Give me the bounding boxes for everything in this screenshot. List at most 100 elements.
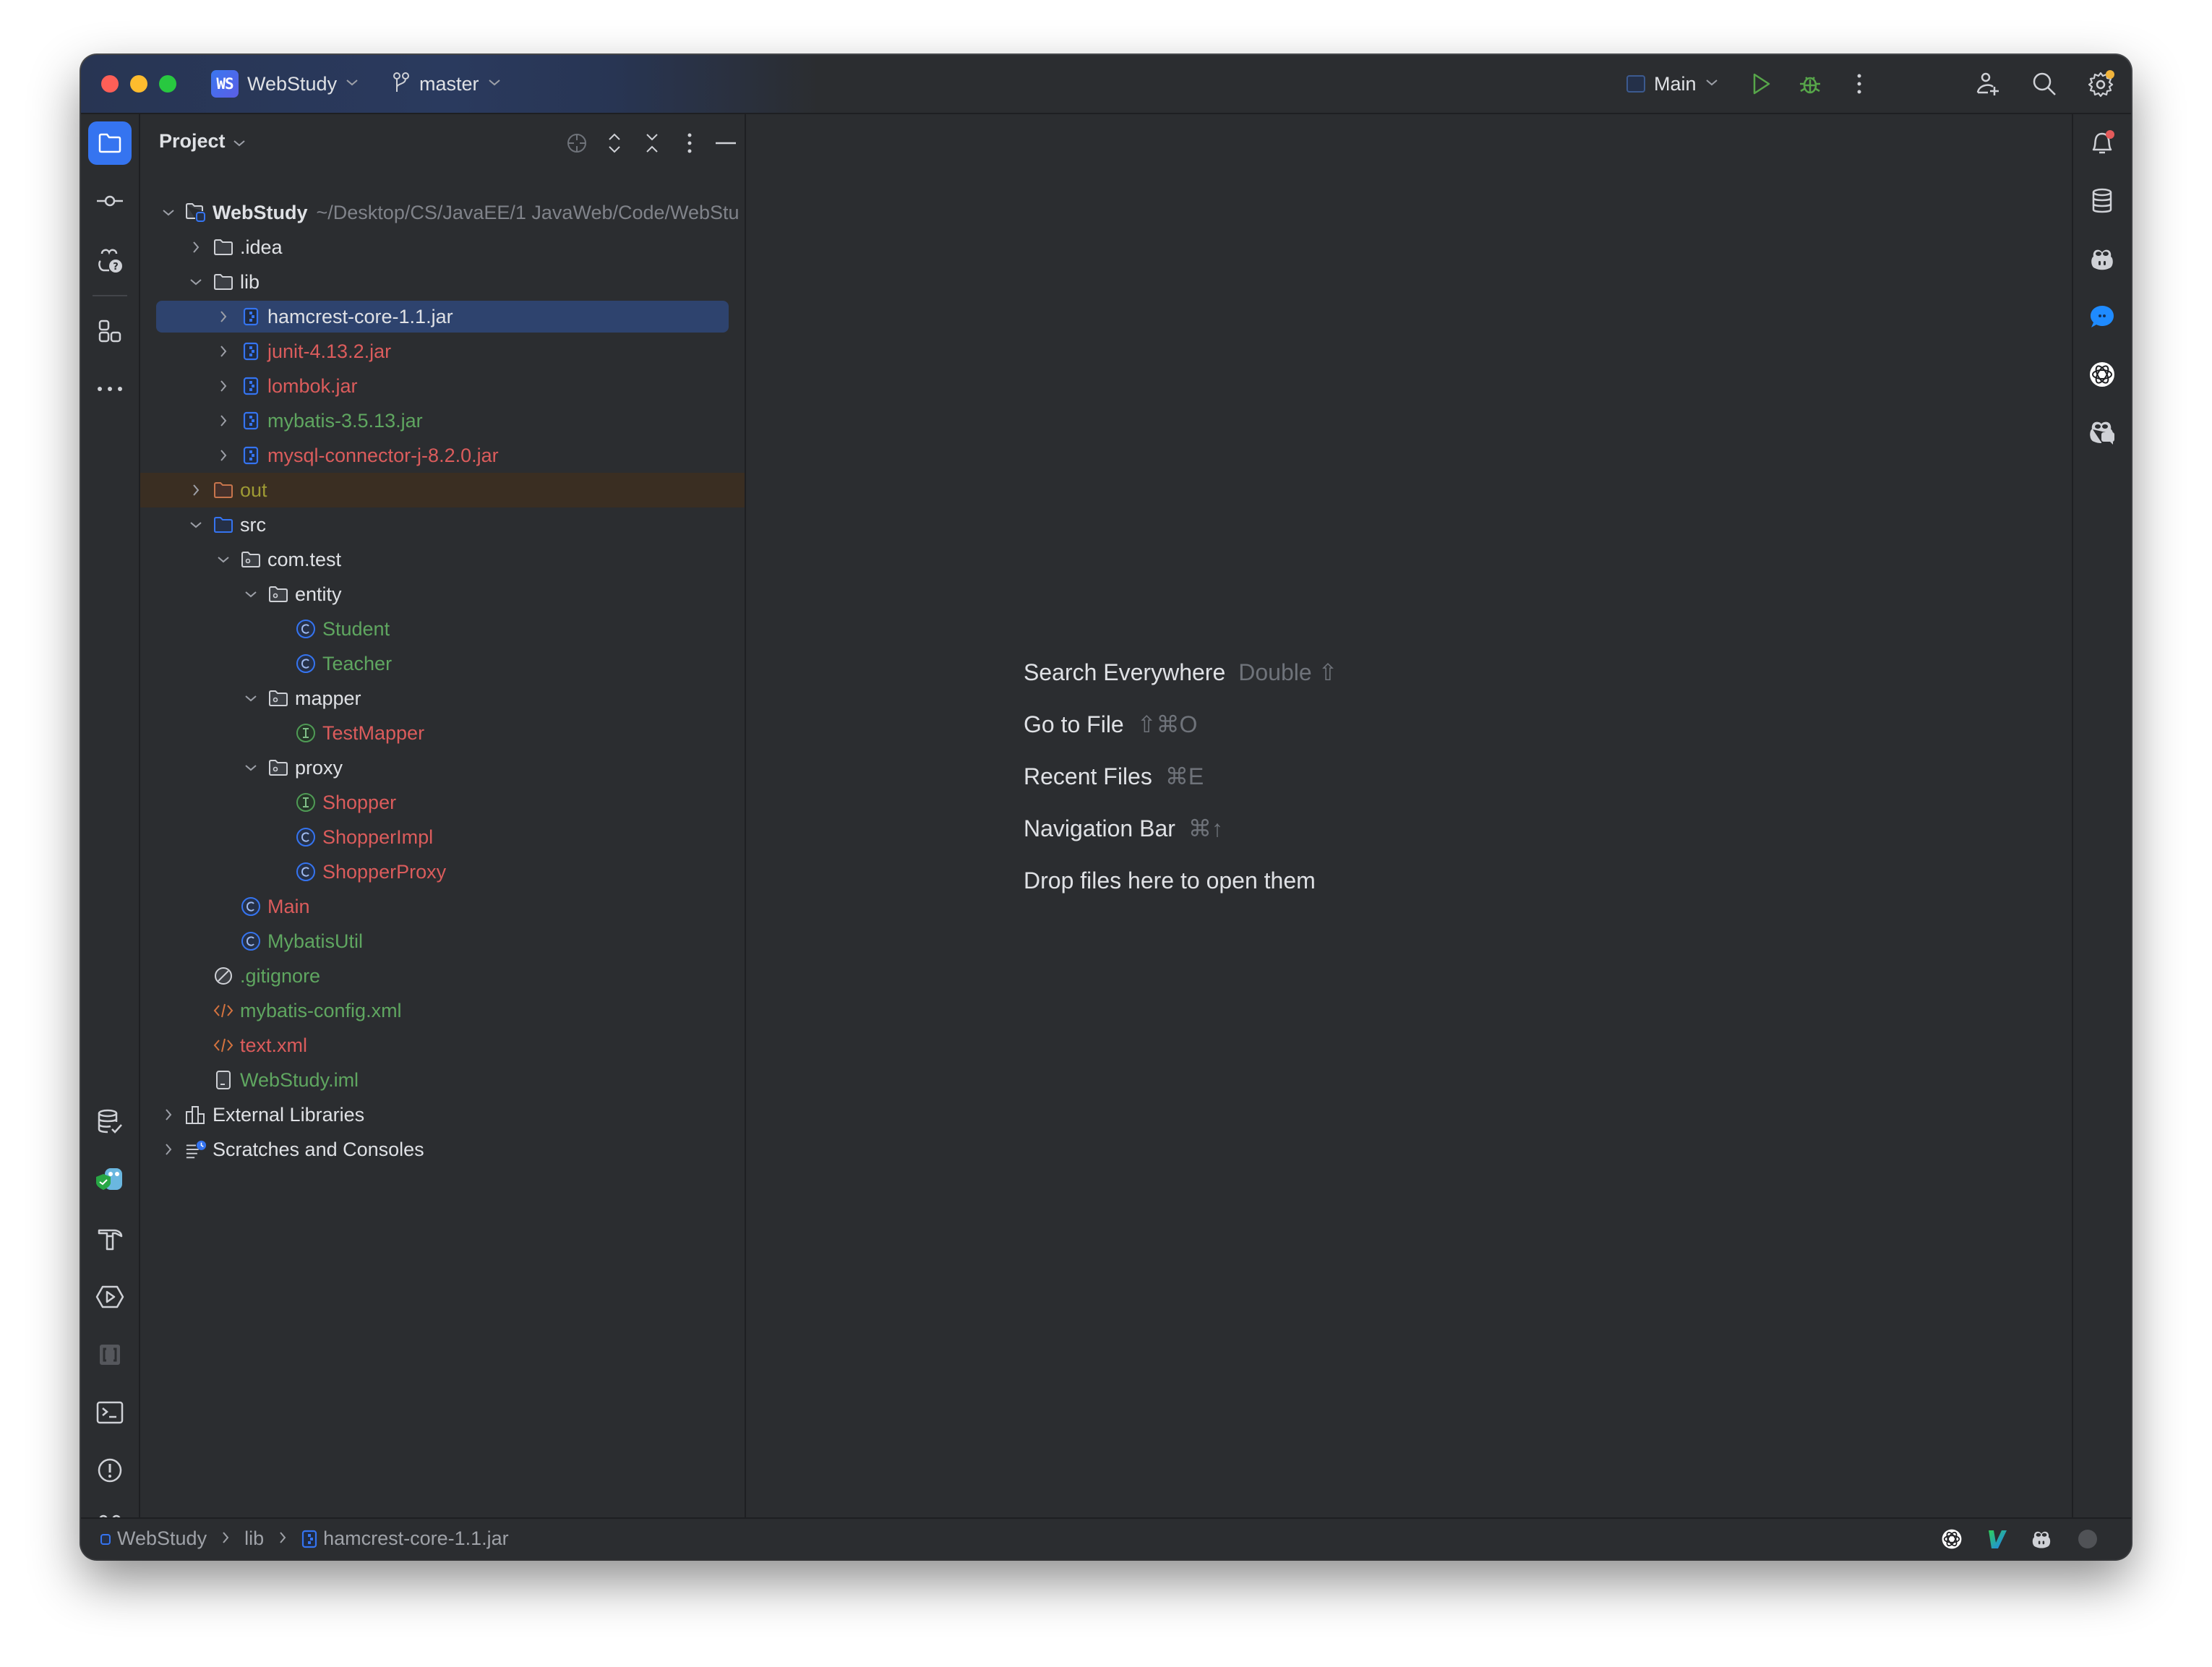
ai-assistant-help-button[interactable]: ? (88, 239, 132, 282)
chevron-right-icon[interactable] (215, 447, 231, 463)
editor-hint-item[interactable]: Navigation Bar ⌘↑ (1024, 802, 1337, 854)
settings-button[interactable] (2086, 69, 2115, 98)
endpoints-tool-button[interactable] (88, 1333, 132, 1376)
tree-node[interactable]: MybatisUtil (140, 924, 745, 959)
run-button[interactable] (1746, 69, 1775, 98)
tree-node[interactable]: External Libraries (140, 1097, 745, 1132)
project-tool-button[interactable] (88, 121, 132, 165)
tree-node[interactable]: hamcrest-core-1.1.jar (140, 299, 745, 334)
tree-node[interactable]: text.xml (140, 1028, 745, 1063)
chevron-down-icon[interactable] (243, 586, 259, 602)
tree-node[interactable]: junit-4.13.2.jar (140, 334, 745, 369)
chevron-right-icon[interactable] (215, 378, 231, 394)
tree-node-label: .gitignore (240, 964, 321, 987)
tree-node[interactable]: .gitignore (140, 959, 745, 993)
tree-node-label: mapper (295, 687, 361, 709)
debug-button[interactable] (1796, 69, 1825, 98)
chatgpt-status-widget[interactable] (1939, 1526, 1965, 1552)
chevron-right-icon[interactable] (215, 343, 231, 359)
more-horizontal-icon (98, 387, 122, 391)
minimize-window-button[interactable] (130, 75, 147, 93)
tree-node[interactable]: Scratches and Consoles (140, 1132, 745, 1167)
hide-panel-button[interactable] (711, 129, 740, 158)
tree-node[interactable]: src (140, 507, 745, 542)
collapse-all-button[interactable] (638, 129, 666, 158)
copilot-chat-tool-button[interactable] (2082, 412, 2122, 453)
chevron-right-icon[interactable] (160, 1107, 176, 1123)
more-actions-button[interactable] (1845, 69, 1874, 98)
tree-node[interactable]: WebStudy.iml (140, 1063, 745, 1097)
zoom-window-button[interactable] (159, 75, 176, 93)
copilot-help-icon: ? (98, 249, 122, 273)
chevron-down-icon[interactable] (160, 205, 176, 220)
breadcrumb-item-file[interactable]: hamcrest-core-1.1.jar (301, 1527, 509, 1550)
breadcrumb-item-project[interactable]: WebStudy (100, 1527, 207, 1550)
chat-tool-button[interactable] (2082, 296, 2122, 337)
chevron-right-icon[interactable] (188, 239, 204, 255)
breadcrumb-item-lib[interactable]: lib (244, 1527, 264, 1550)
terminal-tool-button[interactable] (88, 1391, 132, 1434)
panel-options-button[interactable] (675, 129, 704, 158)
tree-node[interactable]: Student (140, 612, 745, 646)
tree-node[interactable]: proxy (140, 750, 745, 785)
chevron-right-icon[interactable] (160, 1141, 176, 1157)
chevron-down-icon[interactable] (215, 552, 231, 567)
tree-node-label: mybatis-3.5.13.jar (267, 409, 423, 432)
search-everywhere-button[interactable] (2030, 69, 2059, 98)
tree-node[interactable]: .idea (140, 230, 745, 265)
expand-all-button[interactable] (600, 129, 629, 158)
more-tool-windows-button[interactable] (88, 367, 132, 411)
tree-node[interactable]: out (140, 473, 745, 507)
tree-node[interactable]: mybatis-3.5.13.jar (140, 403, 745, 438)
select-opened-file-button[interactable] (562, 129, 591, 158)
branch-switcher[interactable]: master (392, 69, 501, 98)
run-configuration-selector[interactable]: Main (1626, 69, 1718, 98)
tree-node[interactable]: entity (140, 577, 745, 612)
code-with-me-button[interactable] (1973, 69, 2002, 98)
tree-node[interactable]: TestMapper (140, 716, 745, 750)
database-tool-button[interactable] (2082, 181, 2122, 221)
commit-tool-button[interactable] (88, 179, 132, 223)
chevron-down-icon[interactable] (188, 517, 204, 533)
chevron-down-icon[interactable] (243, 690, 259, 706)
tree-node[interactable]: com.test (140, 542, 745, 577)
go-plugin-tool-button[interactable] (88, 1158, 132, 1201)
class-icon (295, 826, 317, 848)
project-switcher[interactable]: WS WebStudy (211, 69, 359, 98)
services-tool-button[interactable] (88, 1275, 132, 1319)
build-tool-button[interactable] (88, 1217, 132, 1261)
problems-tool-button[interactable] (88, 1449, 132, 1492)
codeium-status-widget[interactable] (1984, 1526, 2010, 1552)
tree-node[interactable]: lib (140, 265, 745, 299)
tree-node[interactable]: mapper (140, 681, 745, 716)
tree-node[interactable]: ShopperProxy (140, 854, 745, 889)
chatgpt-tool-button[interactable] (2082, 354, 2122, 395)
branch-name: master (419, 72, 479, 95)
editor-hint-item[interactable]: Recent Files ⌘E (1024, 750, 1337, 802)
structure-tool-button[interactable] (88, 309, 132, 353)
close-window-button[interactable] (101, 75, 119, 93)
brackets-icon (100, 1345, 120, 1365)
tree-node[interactable]: mysql-connector-j-8.2.0.jar (140, 438, 745, 473)
chevron-right-icon[interactable] (188, 482, 204, 498)
chevron-right-icon[interactable] (215, 413, 231, 429)
tree-node[interactable]: Shopper (140, 785, 745, 820)
chevron-right-icon[interactable] (215, 309, 231, 325)
copilot-tool-button[interactable] (2082, 239, 2122, 279)
editor-hint-item[interactable]: Search Everywhere Double ⇧ (1024, 646, 1337, 698)
editor-hint-item[interactable]: Go to File ⇧⌘O (1024, 698, 1337, 750)
tree-node[interactable]: lombok.jar (140, 369, 745, 403)
notifications-button[interactable] (2082, 123, 2122, 163)
more-vertical-icon (687, 133, 692, 153)
project-view-selector[interactable]: Project (159, 130, 246, 153)
database-changes-tool-button[interactable] (88, 1100, 132, 1144)
tree-node[interactable]: ShopperImpl (140, 820, 745, 854)
tree-node[interactable]: Teacher (140, 646, 745, 681)
chevron-down-icon[interactable] (243, 760, 259, 776)
tree-node[interactable]: mybatis-config.xml (140, 993, 745, 1028)
copilot-status-widget[interactable] (2028, 1526, 2054, 1552)
chevron-down-icon[interactable] (188, 274, 204, 290)
tree-node[interactable]: Main (140, 889, 745, 924)
tree-node[interactable]: WebStudy ~/Desktop/CS/JavaEE/1 JavaWeb/Co… (140, 195, 745, 230)
status-indicator[interactable] (2075, 1526, 2101, 1552)
